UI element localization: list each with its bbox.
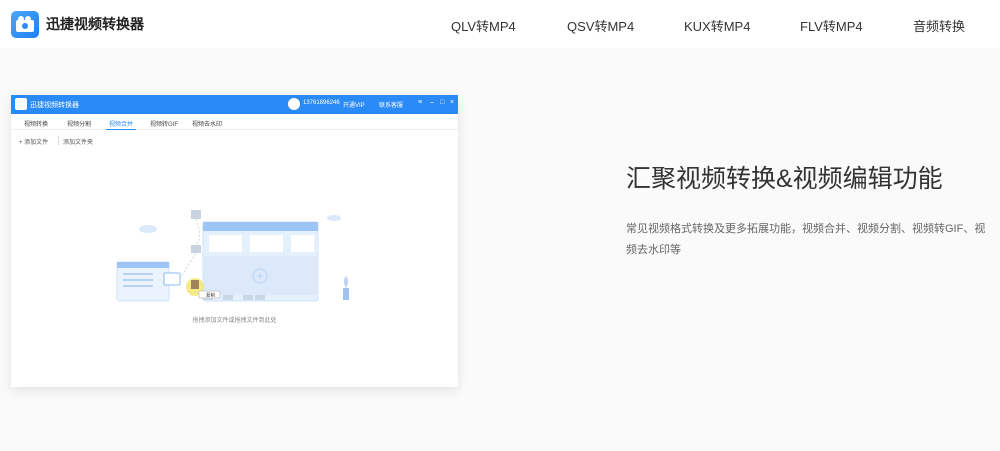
cloud-right xyxy=(327,215,341,221)
plant-pot xyxy=(343,288,349,300)
logo-text[interactable]: 迅捷视频转换器 xyxy=(46,14,144,34)
copy-tooltip-label: 复制 xyxy=(206,292,215,299)
video-icon xyxy=(163,272,181,286)
nav-flv-to-mp4[interactable]: FLV转MP4 xyxy=(800,16,863,35)
big-window-header xyxy=(203,222,318,231)
nav-audio-convert[interactable]: 音频转换 xyxy=(913,16,965,35)
nav-qsv-to-mp4[interactable]: QSV转MP4 xyxy=(567,16,634,35)
nav-kux-to-mp4[interactable]: KUX转MP4 xyxy=(684,16,750,35)
app-logo-icon[interactable] xyxy=(11,11,39,38)
file-block-1 xyxy=(191,210,201,219)
dragged-file xyxy=(191,280,199,289)
big-window-card-1 xyxy=(209,235,242,252)
app-screenshot: 迅捷视频转换器 13761896246 开通VIP 联系客服 ≡ – □ × 视… xyxy=(11,95,458,387)
drop-hint: 拖拽添加文件或拖拽文件到此处 xyxy=(192,318,277,324)
cloud-left xyxy=(139,225,157,233)
file-block-2 xyxy=(191,245,201,253)
plant-leaf xyxy=(344,276,348,288)
big-window-card-3 xyxy=(291,235,314,252)
nav-qlv-to-mp4[interactable]: QLV转MP4 xyxy=(451,16,516,35)
top-navbar: 迅捷视频转换器 QLV转MP4 QSV转MP4 KUX转MP4 FLV转MP4 … xyxy=(0,0,1000,48)
drag-drop-illustration: 复制 xyxy=(116,210,349,302)
feature-headline: 汇聚视频转换&视频编辑功能 xyxy=(626,165,943,193)
big-window-card-2 xyxy=(250,235,283,252)
feature-description: 常见视频格式转换及更多拓展功能，视频合并、视频分割、视频转GIF、视频去水印等 xyxy=(626,223,986,256)
